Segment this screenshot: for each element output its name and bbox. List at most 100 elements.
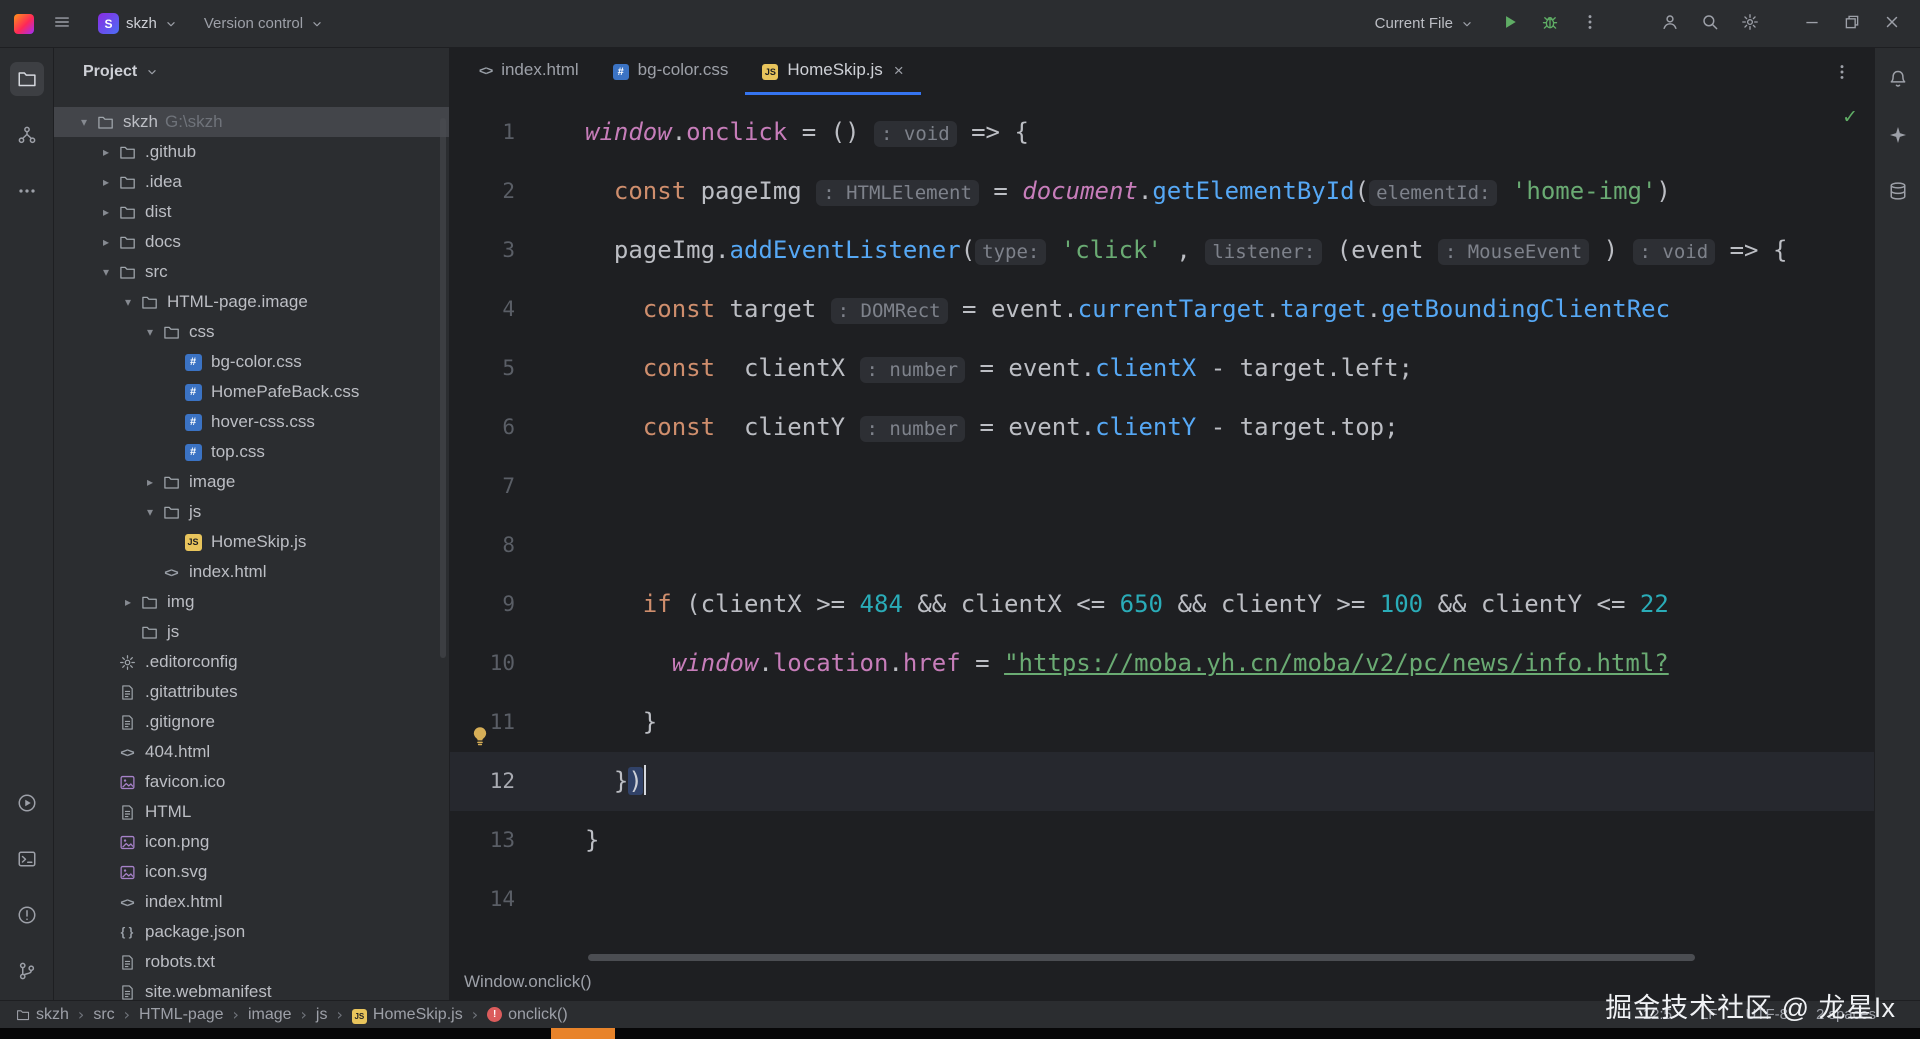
- gutter-line-number[interactable]: 4: [450, 280, 585, 339]
- tree-item-image[interactable]: ▸image: [54, 467, 449, 497]
- code-line[interactable]: 9 if (clientX >= 484 && clientX <= 650 &…: [450, 575, 1874, 634]
- tree-item-js[interactable]: ▾js: [54, 497, 449, 527]
- breadcrumb-skzh[interactable]: skzh: [16, 1006, 69, 1024]
- tree-item-docs[interactable]: ▸docs: [54, 227, 449, 257]
- tree-item-robots-txt[interactable]: robots.txt: [54, 947, 449, 977]
- debug-button[interactable]: [1532, 6, 1568, 42]
- code-line[interactable]: 4 const target : DOMRect = event.current…: [450, 280, 1874, 339]
- tree-item-bg-color-css[interactable]: #bg-color.css: [54, 347, 449, 377]
- user-account-button[interactable]: [1652, 6, 1688, 42]
- settings-button[interactable]: [1732, 6, 1768, 42]
- minimize-button[interactable]: [1794, 6, 1830, 42]
- tree-item-hover-css-css[interactable]: #hover-css.css: [54, 407, 449, 437]
- tree-item-homeskip-js[interactable]: JSHomeSkip.js: [54, 527, 449, 557]
- tree-item-css[interactable]: ▾css: [54, 317, 449, 347]
- version-control-icon[interactable]: [10, 954, 44, 988]
- tab-close-icon[interactable]: ×: [894, 62, 904, 79]
- code-line[interactable]: 11 }: [450, 693, 1874, 752]
- tab-options-kebab-icon[interactable]: [1824, 54, 1860, 90]
- tree-item-idea[interactable]: ▸.idea: [54, 167, 449, 197]
- search-everywhere-button[interactable]: [1692, 6, 1728, 42]
- ai-assistant-icon[interactable]: [1881, 118, 1915, 152]
- code-line[interactable]: 13}: [450, 811, 1874, 870]
- gutter-line-number[interactable]: 9: [450, 575, 585, 634]
- tree-chevron-icon[interactable]: ▸: [139, 475, 161, 489]
- project-widget[interactable]: S skzh: [90, 8, 186, 39]
- code-line[interactable]: 12 }): [450, 752, 1874, 811]
- project-panel-header[interactable]: Project: [54, 48, 449, 95]
- code-line[interactable]: 10 window.location.href = "https://moba.…: [450, 634, 1874, 693]
- close-button[interactable]: [1874, 6, 1910, 42]
- code-line[interactable]: 14: [450, 870, 1874, 929]
- tree-chevron-icon[interactable]: ▸: [95, 145, 117, 159]
- tree-item-gitattributes[interactable]: .gitattributes: [54, 677, 449, 707]
- run-icon[interactable]: [10, 786, 44, 820]
- tree-item-js[interactable]: js: [54, 617, 449, 647]
- tree-chevron-icon[interactable]: ▸: [95, 235, 117, 249]
- gutter-line-number[interactable]: 1: [450, 103, 585, 162]
- gutter-line-number[interactable]: 10: [450, 634, 585, 693]
- run-config-selector[interactable]: Current File: [1367, 10, 1482, 37]
- structure-icon[interactable]: [10, 118, 44, 152]
- tab-bg-color-css[interactable]: #bg-color.css: [596, 48, 746, 95]
- tree-item-homepafeback-css[interactable]: #HomePafeBack.css: [54, 377, 449, 407]
- code-line[interactable]: 8: [450, 516, 1874, 575]
- tree-item-github[interactable]: ▸.github: [54, 137, 449, 167]
- tree-item-skzh[interactable]: ▾skzh G:\skzh: [54, 107, 449, 137]
- problems-icon[interactable]: [10, 898, 44, 932]
- project-folder-icon[interactable]: [10, 62, 44, 96]
- tree-item-editorconfig[interactable]: .editorconfig: [54, 647, 449, 677]
- code-line[interactable]: 1window.onclick = () : void => {: [450, 103, 1874, 162]
- tree-item-favicon-ico[interactable]: favicon.ico: [54, 767, 449, 797]
- project-tree-scrollbar[interactable]: [440, 118, 446, 658]
- breadcrumb-html-page[interactable]: HTML-page: [139, 1006, 223, 1024]
- gutter-line-number[interactable]: 8: [450, 516, 585, 575]
- gutter-line-number[interactable]: 14: [450, 870, 585, 929]
- notifications-icon[interactable]: [1881, 62, 1915, 96]
- tree-item-gitignore[interactable]: .gitignore: [54, 707, 449, 737]
- tree-chevron-icon[interactable]: ▾: [139, 505, 161, 519]
- tree-chevron-icon[interactable]: ▸: [95, 175, 117, 189]
- code-editor[interactable]: 1window.onclick = () : void => {2 const …: [450, 95, 1874, 929]
- database-icon[interactable]: [1881, 174, 1915, 208]
- editor-horizontal-scrollbar[interactable]: [588, 954, 1695, 961]
- tree-item-package-json[interactable]: { }package.json: [54, 917, 449, 947]
- gutter-line-number[interactable]: 12: [450, 752, 585, 811]
- tree-item-index-html[interactable]: <>index.html: [54, 887, 449, 917]
- tree-item-site-webmanifest[interactable]: site.webmanifest: [54, 977, 449, 1000]
- more-actions-button[interactable]: [1572, 6, 1608, 42]
- code-line[interactable]: 3 pageImg.addEventListener(type: 'click'…: [450, 221, 1874, 280]
- maximize-restore-button[interactable]: [1834, 6, 1870, 42]
- tree-item-src[interactable]: ▾src: [54, 257, 449, 287]
- code-line[interactable]: 2 const pageImg : HTMLElement = document…: [450, 162, 1874, 221]
- tree-item-404-html[interactable]: <>404.html: [54, 737, 449, 767]
- tab-homeskip-js[interactable]: JSHomeSkip.js×: [745, 48, 920, 95]
- tree-chevron-icon[interactable]: ▸: [117, 595, 139, 609]
- tree-item-index-html[interactable]: <>index.html: [54, 557, 449, 587]
- terminal-icon[interactable]: [10, 842, 44, 876]
- tree-item-html-page-image[interactable]: ▾HTML-page.image: [54, 287, 449, 317]
- tree-item-top-css[interactable]: #top.css: [54, 437, 449, 467]
- tree-item-icon-png[interactable]: icon.png: [54, 827, 449, 857]
- tree-item-html[interactable]: HTML: [54, 797, 449, 827]
- gutter-line-number[interactable]: 7: [450, 457, 585, 516]
- code-line[interactable]: 5 const clientX : number = event.clientX…: [450, 339, 1874, 398]
- tree-chevron-icon[interactable]: ▸: [95, 205, 117, 219]
- gutter-line-number[interactable]: 6: [450, 398, 585, 457]
- code-line[interactable]: 6 const clientY : number = event.clientY…: [450, 398, 1874, 457]
- gutter-line-number[interactable]: 13: [450, 811, 585, 870]
- breadcrumb-image[interactable]: image: [248, 1006, 292, 1024]
- gutter-line-number[interactable]: 5: [450, 339, 585, 398]
- tree-chevron-icon[interactable]: ▾: [73, 115, 95, 129]
- more-icon[interactable]: [10, 174, 44, 208]
- gutter-line-number[interactable]: 2: [450, 162, 585, 221]
- main-menu-button[interactable]: [44, 6, 80, 42]
- tree-chevron-icon[interactable]: ▾: [139, 325, 161, 339]
- intention-lightbulb-icon[interactable]: [469, 710, 491, 732]
- run-button[interactable]: [1492, 6, 1528, 42]
- tree-item-dist[interactable]: ▸dist: [54, 197, 449, 227]
- tree-item-img[interactable]: ▸img: [54, 587, 449, 617]
- breadcrumb-src[interactable]: src: [93, 1006, 114, 1024]
- breadcrumb-js[interactable]: js: [316, 1006, 328, 1024]
- breadcrumb-onclick[interactable]: !onclick(): [487, 1006, 568, 1024]
